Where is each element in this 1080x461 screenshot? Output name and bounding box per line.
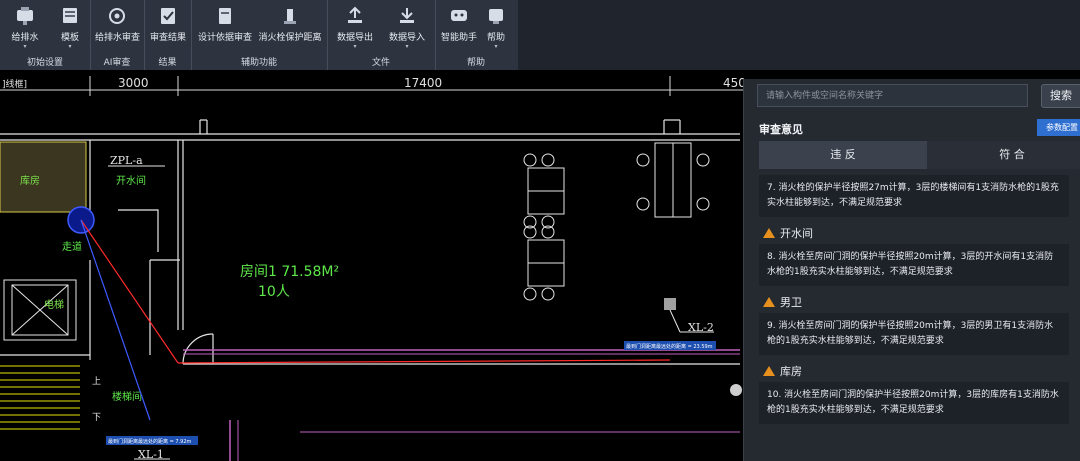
tab-violation[interactable]: 违 反 bbox=[759, 141, 927, 169]
tab-compliant[interactable]: 符 合 bbox=[927, 141, 1080, 169]
list-item[interactable]: 开水间 8. 消火栓至房间门洞的保护半径按照20m计算，3层的开水间有1支消防水… bbox=[759, 224, 1080, 286]
group-label: 文件 bbox=[371, 58, 390, 68]
search-input[interactable] bbox=[757, 84, 1028, 107]
group-label: 结果 bbox=[158, 58, 177, 68]
issue-text: 7. 消火栓的保护半径按照27m计算，3层的楼梯间有1支消防水枪的1股充实水柱能… bbox=[759, 175, 1069, 217]
review-result-button[interactable]: 审查结果 bbox=[146, 2, 190, 52]
water-room-label: 开水间 bbox=[116, 174, 146, 187]
help-icon bbox=[489, 9, 503, 24]
ribbon-toolbar: 给排水 ▾ 模板 ▾ 初始设置 给排水审查 AI审查 审查结果 结果 设计依据审… bbox=[0, 0, 518, 71]
water-supply-button[interactable]: 给排水 ▾ bbox=[3, 2, 47, 52]
template-label: 模板 bbox=[60, 33, 79, 43]
data-import-button[interactable]: 数据导入 ▾ bbox=[383, 2, 431, 52]
param-config-button[interactable]: 参数配置 bbox=[1037, 119, 1080, 136]
issue-text: 8. 消火栓至房间门洞的保护半径按照20m计算，3层的开水间有1支消防水枪的1股… bbox=[759, 244, 1069, 286]
chevron-down-icon: ▾ bbox=[68, 43, 72, 50]
design-basis-icon bbox=[219, 8, 231, 24]
data-export-button[interactable]: 数据导出 ▾ bbox=[331, 2, 379, 52]
view-tab-label[interactable]: ]线框] bbox=[2, 78, 27, 90]
panel-title: 审查意见 bbox=[759, 123, 803, 136]
group-ai-review: 给排水审查 AI审查 bbox=[90, 0, 145, 70]
hydrant-distance-button[interactable]: 消火栓保护距离 bbox=[255, 2, 325, 52]
warning-icon bbox=[763, 297, 775, 307]
xl1-label: XL-1 bbox=[138, 448, 164, 461]
chevron-down-icon: ▾ bbox=[23, 43, 27, 50]
xl2-label: XL-2 bbox=[688, 321, 714, 334]
assistant-icon bbox=[451, 10, 467, 21]
water-review-label: 给排水审查 bbox=[95, 33, 141, 43]
issue-heading: 开水间 bbox=[780, 227, 813, 240]
issue-text: 10. 消火栓至房间门洞的保护半径按照20m计算，3层的库房有1支消防水枪的1股… bbox=[759, 382, 1069, 424]
scroll-handle[interactable] bbox=[730, 384, 742, 396]
corridor-label: 走道 bbox=[62, 240, 82, 253]
stairs-down-label: 下 bbox=[92, 413, 101, 423]
review-panel: 搜索 审查意见 参数配置 违 反 符 合 7. 消火栓的保护半径按照27m计算，… bbox=[743, 79, 1080, 461]
hydrant-distance-label: 消火栓保护距离 bbox=[258, 33, 322, 43]
issue-heading: 库房 bbox=[780, 365, 802, 378]
export-icon bbox=[348, 6, 362, 23]
help-button[interactable]: 帮助 ▾ bbox=[477, 2, 515, 52]
list-item[interactable]: 男卫 9. 消火栓至房间门洞的保护半径按照20m计算，3层的男卫有1支消防水枪的… bbox=[759, 293, 1080, 355]
room-people-label: 10人 bbox=[258, 284, 290, 300]
zpl-label: ZPL-a bbox=[110, 154, 143, 167]
hydrant-distance-icon bbox=[284, 9, 296, 24]
list-item[interactable]: 库房 10. 消火栓至房间门洞的保护半径按照20m计算，3层的库房有1支消防水枪… bbox=[759, 362, 1080, 424]
chevron-down-icon: ▾ bbox=[405, 43, 409, 50]
data-import-label: 数据导入 bbox=[388, 33, 425, 43]
group-label: 帮助 bbox=[466, 58, 485, 68]
dimension-17400: 17400 bbox=[404, 76, 442, 90]
issue-heading: 男卫 bbox=[780, 296, 802, 309]
storage-label: 库房 bbox=[20, 174, 40, 187]
group-label: 初始设置 bbox=[26, 58, 63, 68]
list-item[interactable]: 7. 消火栓的保护半径按照27m计算，3层的楼梯间有1支消防水枪的1股充实水柱能… bbox=[759, 175, 1080, 217]
chevron-down-icon: ▾ bbox=[353, 43, 357, 50]
group-initial-settings: 给排水 ▾ 模板 ▾ 初始设置 bbox=[0, 0, 91, 70]
dimension-3000: 3000 bbox=[118, 76, 149, 90]
data-export-label: 数据导出 bbox=[336, 33, 373, 43]
group-file: 数据导出 ▾ 数据导入 ▾ 文件 bbox=[327, 0, 436, 70]
riser-marker[interactable] bbox=[664, 298, 676, 310]
room-area-label: 房间1 71.58M² bbox=[240, 264, 339, 280]
chevron-down-icon: ▾ bbox=[494, 43, 498, 50]
measure-text-left: 最到门洞距离最远处的距离 = 7.92m bbox=[108, 438, 192, 445]
elevator-label: 电梯 bbox=[44, 298, 64, 311]
review-result-label: 审查结果 bbox=[149, 33, 186, 43]
ai-review-icon bbox=[109, 8, 125, 24]
group-help: 智能助手 帮助 ▾ 帮助 bbox=[435, 0, 517, 70]
stairs-up-label: 上 bbox=[92, 376, 101, 387]
water-review-button[interactable]: 给排水审查 bbox=[95, 2, 141, 52]
group-aux: 设计依据审查 消火栓保护距离 辅助功能 bbox=[191, 0, 328, 70]
import-icon bbox=[400, 8, 414, 23]
search-button[interactable]: 搜索 bbox=[1041, 84, 1080, 108]
storage-room bbox=[0, 141, 87, 213]
ribbon-empty-area bbox=[518, 0, 1080, 70]
warning-icon bbox=[763, 228, 775, 238]
stairs-room-label: 楼梯间 bbox=[112, 390, 142, 403]
issue-list: 7. 消火栓的保护半径按照27m计算，3层的楼梯间有1支消防水枪的1股充实水柱能… bbox=[759, 175, 1080, 431]
template-icon bbox=[63, 8, 77, 23]
smart-assistant-label: 智能助手 bbox=[440, 33, 477, 43]
warning-icon bbox=[763, 366, 775, 376]
pipe-icon bbox=[17, 7, 33, 25]
measure-text-right: 最到门洞距离最远处的距离 = 23.59m bbox=[626, 343, 713, 350]
group-label: AI审查 bbox=[103, 58, 131, 68]
smart-assistant-button[interactable]: 智能助手 bbox=[437, 2, 481, 52]
design-basis-label: 设计依据审查 bbox=[197, 33, 252, 43]
help-label: 帮助 bbox=[486, 33, 505, 43]
template-button[interactable]: 模板 ▾ bbox=[48, 2, 92, 52]
result-icon bbox=[161, 8, 175, 24]
water-supply-label: 给排水 bbox=[11, 33, 39, 43]
group-label: 辅助功能 bbox=[240, 58, 277, 68]
group-result: 审查结果 结果 bbox=[144, 0, 192, 70]
issue-text: 9. 消火栓至房间门洞的保护半径按照20m计算，3层的男卫有1支消防水枪的1股充… bbox=[759, 313, 1069, 355]
design-basis-button[interactable]: 设计依据审查 bbox=[195, 2, 255, 52]
